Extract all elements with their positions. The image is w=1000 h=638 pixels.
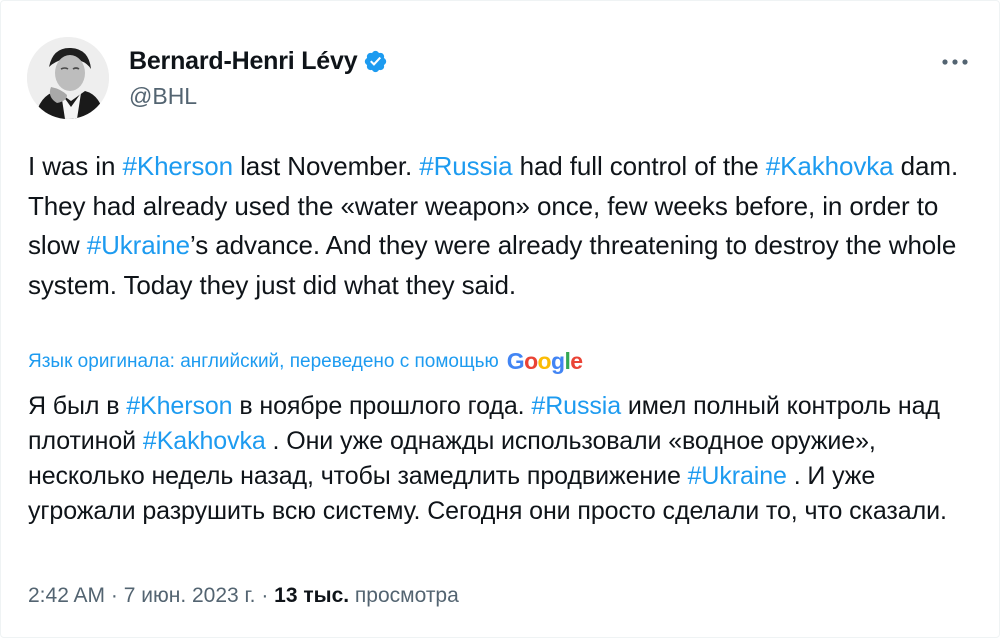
hashtag-link-ukraine[interactable]: #Ukraine <box>87 230 190 260</box>
author-display-name[interactable]: Bernard-Henri Lévy <box>129 47 358 76</box>
text-segment: had full control of the <box>512 151 766 181</box>
views-count: 13 тыс. <box>274 584 350 607</box>
profile-photo-icon <box>27 37 109 119</box>
more-horizontal-icon <box>942 59 968 65</box>
google-logo-letter: G <box>506 348 525 374</box>
hashtag-link-kakhovka[interactable]: #Kakhovka <box>766 151 894 181</box>
hashtag-link-kakhovka[interactable]: #Kakhovka <box>143 427 266 455</box>
hashtag-link-russia[interactable]: #Russia <box>531 392 621 420</box>
hashtag-link-russia[interactable]: #Russia <box>419 151 512 181</box>
google-logo-letter: o <box>537 348 552 374</box>
translation-note-text: Язык оригинала: английский, переведено с… <box>28 350 499 372</box>
tweet-date: 7 июн. 2023 г. <box>123 584 256 607</box>
tweet-time: 2:42 AM <box>28 584 106 607</box>
text-segment: last November. <box>232 151 420 181</box>
tweet-text: I was in #Kherson last November. #Russia… <box>28 147 973 305</box>
meta-separator: · <box>255 584 275 607</box>
tweet-meta: 2:42 AM · 7 июн. 2023 г. · 13 тыс. просм… <box>28 584 459 608</box>
google-logo-icon: Google <box>507 350 583 373</box>
translation-note-link[interactable]: Язык оригинала: английский, переведено с… <box>28 350 583 373</box>
google-logo-letter: o <box>524 348 538 374</box>
text-segment: в ноябре прошлого года. <box>232 392 532 420</box>
author-block: Bernard-Henri Lévy @BHL <box>129 45 388 110</box>
meta-separator: · <box>105 584 124 607</box>
text-segment: I was in <box>28 151 123 181</box>
avatar[interactable] <box>27 37 109 119</box>
google-logo-letter: g <box>550 348 565 374</box>
more-options-button[interactable] <box>935 47 975 77</box>
hashtag-link-kherson[interactable]: #Kherson <box>126 392 232 420</box>
google-logo-letter: e <box>570 348 583 374</box>
views-label: просмотра <box>349 584 459 607</box>
author-handle[interactable]: @BHL <box>129 83 388 110</box>
text-segment: Я был в <box>28 392 127 420</box>
translated-tweet-text: Я был в #Kherson в ноябре прошлого года.… <box>28 389 973 529</box>
hashtag-link-kherson[interactable]: #Kherson <box>122 151 233 181</box>
timestamp-link[interactable]: 2:42 AM · 7 июн. 2023 г. <box>28 584 255 607</box>
verified-badge-icon[interactable] <box>363 49 388 74</box>
tweet-card: Bernard-Henri Lévy @BHL I was in #Kherso… <box>0 0 1000 638</box>
name-row: Bernard-Henri Lévy <box>129 45 388 77</box>
hashtag-link-ukraine[interactable]: #Ukraine <box>688 462 787 490</box>
